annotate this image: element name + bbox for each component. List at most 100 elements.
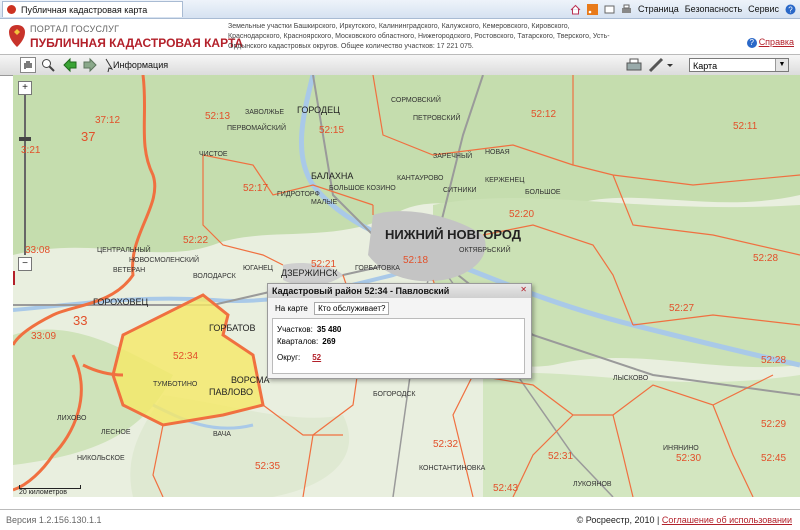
print-map-icon[interactable] [626, 57, 642, 73]
okrug-label: Округ: [277, 353, 301, 362]
city-label-pavlovo: ПАВЛОВО [209, 387, 253, 397]
blocks-row: Кварталов: 269 [277, 337, 336, 346]
region-label: 52:31 [548, 451, 574, 462]
town-label: НОВОСМОЛЕНСКИЙ [129, 257, 200, 264]
info-cursor-icon [105, 58, 113, 73]
town-label: ПЕРВОМАЙСКИЙ [227, 125, 286, 132]
close-icon[interactable]: ✕ [520, 285, 527, 294]
browser-tab[interactable]: Публичная кадастровая карта [2, 1, 183, 17]
region-label: 52:17 [243, 183, 269, 194]
svg-text:?: ? [788, 5, 793, 14]
side-panel-toggle[interactable] [13, 271, 15, 285]
scale-bar: 20 километров [19, 485, 81, 496]
okrug-link[interactable]: 52 [312, 353, 321, 362]
zoom-control: + − [18, 81, 32, 271]
measure-tool-icon[interactable] [648, 57, 664, 73]
region-label: 37 [81, 129, 96, 144]
region-label: 52:34 [173, 351, 199, 362]
tab-who-serves[interactable]: Кто обслуживает? [314, 302, 390, 315]
home-icon[interactable] [570, 4, 581, 15]
city-label-balakhna: БАЛАХНА [311, 171, 354, 181]
town-label: ЗАВОЛЖЬЕ [245, 109, 285, 116]
town-label: ЛУКОЯНОВ [573, 481, 612, 488]
zoom-in-button[interactable]: + [18, 81, 32, 95]
zoom-out-button[interactable]: − [18, 257, 32, 271]
town-label: ЦЕНТРАЛЬНЫЙ [97, 247, 151, 254]
region-label: 52:29 [761, 419, 787, 430]
blocks-label: Кварталов: [277, 337, 319, 346]
question-icon: ? [746, 38, 757, 48]
region-label: 52:11 [733, 121, 758, 132]
town-label: СОРМОВСКИЙ [391, 97, 441, 104]
district-info-popup: Кадастровый район 52:34 - Павловский ✕ Н… [267, 283, 532, 379]
zoom-slider-track[interactable] [24, 95, 26, 255]
map-canvas[interactable]: + − 37:12 37 3:21 33:08 33 33:09 52:13 5… [13, 75, 800, 497]
region-label: 52:12 [531, 109, 557, 120]
town-label: МАЛЫЕ [311, 199, 338, 206]
region-label: 33:09 [31, 331, 57, 342]
print-icon[interactable] [621, 4, 632, 15]
tab-on-map[interactable]: На карте [272, 303, 311, 314]
site-header: ПОРТАЛ ГОСУСЛУГ ПУБЛИЧНАЯ КАДАСТРОВАЯ КА… [0, 19, 800, 54]
tab-title: Публичная кадастровая карта [21, 5, 148, 15]
help-icon[interactable]: ? [785, 4, 796, 15]
help-link[interactable]: ? Справка [746, 37, 794, 48]
region-label: 3:21 [21, 145, 41, 156]
region-label: 33:08 [25, 245, 51, 256]
popup-body: Участков: 35 480 Кварталов: 269 Округ: 52 [272, 318, 525, 374]
region-label: 52:43 [493, 483, 519, 494]
town-label: ЛЫСКОВО [613, 375, 649, 382]
menu-security[interactable]: Безопасность [685, 2, 742, 16]
town-label: ВЕТЕРАН [113, 267, 146, 274]
version-text: Версия 1.2.156.130.1.1 [6, 515, 102, 525]
pan-hand-icon[interactable] [20, 57, 36, 73]
header-description: Земельные участки Башкирского, Иркутског… [228, 23, 610, 50]
town-label: ЛИХОВО [57, 415, 87, 422]
town-label: БОЛЬШОЕ КОЗИНО [329, 185, 396, 192]
map-toolbar: Информация Карта ▼ [0, 54, 800, 76]
region-label: 52:28 [753, 253, 779, 264]
town-label: КЕРЖЕНЕЦ [485, 177, 525, 184]
coat-of-arms-icon [9, 25, 25, 47]
city-label-vorsma: ВОРСМА [231, 375, 270, 385]
town-label: НОВАЯ [485, 149, 510, 156]
city-label-gorohov: ГОРОХОВЕЦ [93, 297, 149, 307]
back-arrow-icon[interactable] [62, 57, 78, 73]
browser-tab-bar: Публичная кадастровая карта Страница Без… [0, 0, 800, 19]
town-label: СИТНИКИ [443, 187, 477, 194]
forward-arrow-icon[interactable] [82, 57, 98, 73]
region-label: 52:35 [255, 461, 281, 472]
usage-agreement-link[interactable]: Соглашение об использовании [662, 515, 792, 525]
region-label: 52:32 [433, 439, 459, 450]
map-type-value: Карта [693, 61, 718, 71]
region-label: 52:45 [761, 453, 787, 464]
city-label-gorod: ГОРОДЕЦ [297, 105, 340, 115]
copyright: © Росреестр, 2010 | Соглашение об исполь… [577, 515, 792, 525]
region-label: 52:18 [403, 255, 429, 266]
page-title: ПУБЛИЧНАЯ КАДАСТРОВАЯ КАРТА [30, 36, 244, 50]
town-label: ЧИСТОЕ [199, 151, 228, 158]
town-label: ЛЕСНОЕ [101, 429, 131, 436]
parcels-row: Участков: 35 480 [277, 325, 341, 334]
town-label: ИНЯНИНО [663, 445, 699, 452]
region-label: 52:15 [319, 125, 345, 136]
town-label: КАНТАУРОВО [397, 175, 444, 182]
region-label: 33 [73, 313, 88, 328]
zoom-box-icon[interactable] [40, 57, 56, 73]
popup-title: Кадастровый район 52:34 - Павловский [268, 284, 531, 298]
region-label: 52:28 [761, 355, 787, 366]
city-label-dzer: ДЗЕРЖИНСК [281, 268, 338, 278]
menu-page[interactable]: Страница [638, 2, 679, 16]
mail-icon[interactable] [604, 4, 615, 15]
region-label: 52:20 [509, 209, 535, 220]
zoom-slider-handle[interactable] [19, 137, 31, 141]
town-label: НИКОЛЬСКОЕ [77, 455, 125, 462]
tool-dropdown-icon[interactable] [666, 57, 674, 73]
rss-icon[interactable] [586, 3, 598, 15]
menu-service[interactable]: Сервис [748, 2, 779, 16]
region-label: 52:13 [205, 111, 231, 122]
info-tool-button[interactable]: Информация [113, 57, 168, 73]
scale-label: 20 километров [19, 489, 67, 496]
town-label: ВАЧА [213, 431, 231, 438]
map-type-select[interactable]: Карта ▼ [689, 58, 789, 72]
